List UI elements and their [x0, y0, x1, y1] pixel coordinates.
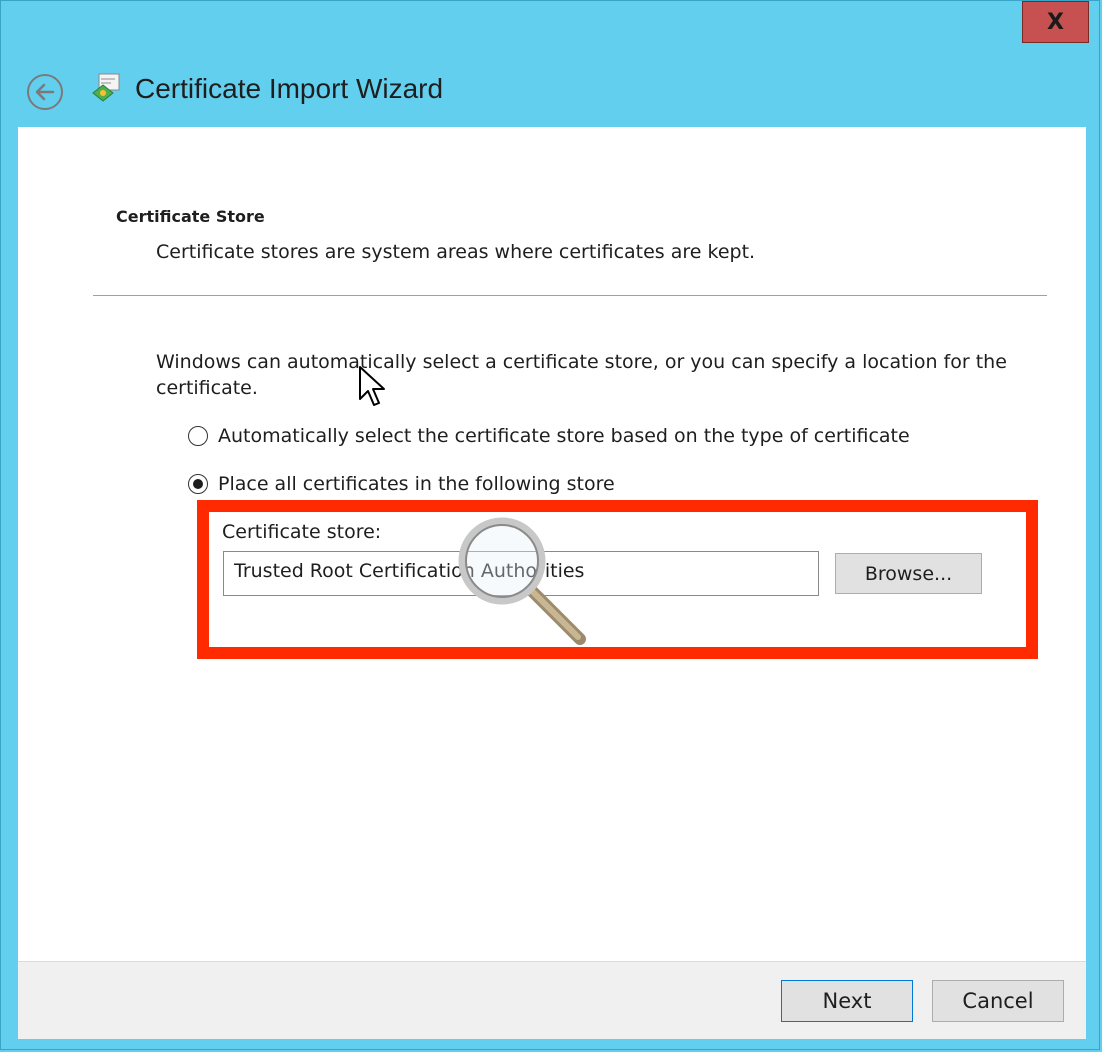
intro-text: Windows can automatically select a certi… — [156, 351, 1007, 399]
divider — [93, 295, 1047, 296]
section-description: Certificate stores are system areas wher… — [156, 241, 756, 263]
wizard-footer: Next Cancel — [18, 961, 1086, 1039]
wizard-title: Certificate Import Wizard — [135, 73, 444, 104]
wizard-content: Certificate Store Certificate stores are… — [18, 127, 1086, 961]
radio-place-label: Place all certificates in the following … — [218, 473, 615, 495]
radio-auto-label: Automatically select the certificate sto… — [218, 425, 910, 447]
radio-auto-icon[interactable] — [188, 426, 208, 446]
radio-auto-select[interactable]: Automatically select the certificate sto… — [188, 425, 910, 447]
certificate-store-field[interactable]: Trusted Root Certification Authorities — [223, 551, 819, 596]
certificate-store-label: Certificate store: — [222, 521, 382, 543]
section-title: Certificate Store — [116, 207, 265, 226]
wizard-window: X Certificate Import Wizard Certificate … — [0, 0, 1100, 1050]
browse-button[interactable]: Browse... — [835, 553, 982, 594]
close-button[interactable]: X — [1022, 1, 1089, 43]
next-button[interactable]: Next — [781, 980, 913, 1022]
radio-place-icon[interactable] — [188, 474, 208, 494]
cancel-button[interactable]: Cancel — [932, 980, 1064, 1022]
back-arrow-icon[interactable] — [26, 73, 64, 111]
close-icon: X — [1047, 9, 1064, 35]
certificate-icon — [92, 73, 120, 102]
wizard-header: Certificate Import Wizard — [1, 57, 1101, 127]
radio-place-all[interactable]: Place all certificates in the following … — [188, 473, 615, 495]
